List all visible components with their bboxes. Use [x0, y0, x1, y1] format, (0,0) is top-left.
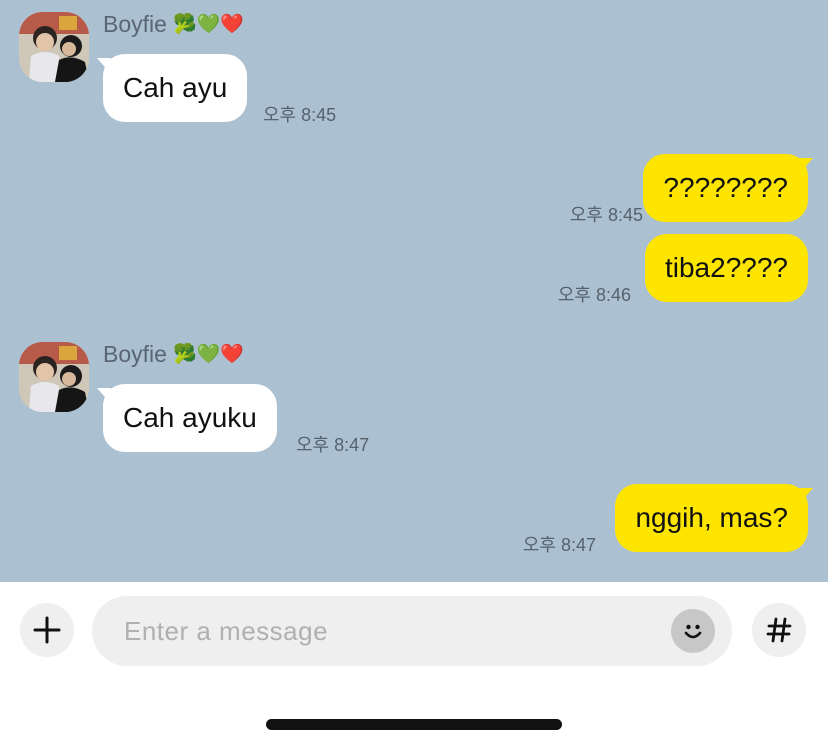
message-timestamp: 오후 8:45 [569, 205, 643, 225]
chat-area[interactable]: Boyfie 🥦💚❤️ Cah ayu 오후 8:45 오후 8:45 ????… [0, 0, 828, 582]
sender-name: Boyfie 🥦💚❤️ [103, 11, 244, 38]
sender-emojis: 🥦💚❤️ [172, 343, 244, 365]
emoji-button[interactable] [671, 609, 715, 653]
bubble-tail [799, 158, 813, 174]
message-timestamp: 오후 8:46 [557, 285, 631, 305]
add-attachment-button[interactable] [20, 603, 74, 657]
avatar[interactable] [19, 342, 89, 412]
message-composer [0, 582, 828, 746]
sender-name: Boyfie 🥦💚❤️ [103, 341, 244, 368]
message-timestamp: 오후 8:47 [522, 535, 596, 555]
sender-name-text: Boyfie [103, 11, 167, 37]
home-indicator [266, 719, 562, 730]
sender-name-text: Boyfie [103, 341, 167, 367]
message-bubble-outgoing[interactable]: ???????? [643, 154, 808, 222]
message-timestamp: 오후 8:45 [263, 105, 337, 125]
sender-emojis: 🥦💚❤️ [172, 13, 244, 35]
message-bubble-outgoing[interactable]: tiba2???? [644, 234, 808, 302]
message-bubble-outgoing[interactable]: nggih, mas? [615, 484, 808, 552]
message-bubble-incoming[interactable]: Cah ayu [103, 54, 248, 122]
message-timestamp: 오후 8:47 [296, 435, 370, 455]
message-input[interactable] [92, 596, 732, 666]
hashtag-search-button[interactable] [752, 603, 806, 657]
avatar[interactable] [19, 12, 89, 82]
message-bubble-incoming[interactable]: Cah ayuku [103, 384, 277, 452]
plus-icon [33, 616, 61, 644]
hashtag-icon [766, 617, 792, 643]
bubble-tail [799, 488, 813, 504]
smiley-icon [684, 624, 702, 639]
